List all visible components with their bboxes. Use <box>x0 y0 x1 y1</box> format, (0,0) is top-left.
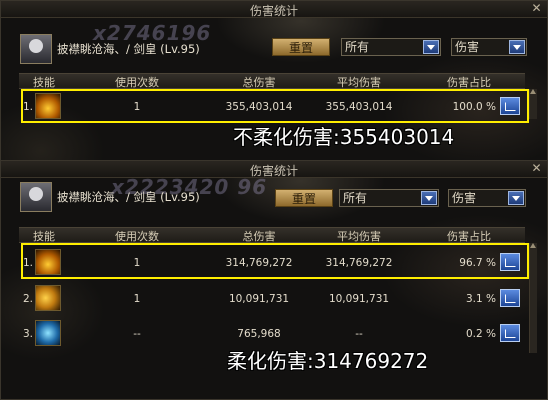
type-select-value: 伤害 <box>452 191 477 205</box>
table-header: 技能 使用次数 总伤害 平均伤害 伤害占比 <box>19 73 525 89</box>
overlay-caption: 柔化伤害:314769272 <box>227 349 429 373</box>
type-select-value: 伤害 <box>455 40 480 54</box>
row-index: 2. <box>23 293 34 305</box>
chevron-down-icon[interactable] <box>423 40 439 54</box>
scope-select[interactable]: 所有 <box>341 38 441 56</box>
row-uses: -- <box>133 328 141 340</box>
close-icon[interactable]: ✕ <box>530 2 543 15</box>
window-title: 伤害统计 <box>249 164 298 178</box>
scrollbar[interactable] <box>529 89 537 119</box>
title-bar: 伤害统计 ✕ <box>1 161 547 178</box>
col-ratio: 伤害占比 <box>447 230 491 243</box>
col-uses: 使用次数 <box>115 76 159 89</box>
character-name: 披襟眺沧海、/ 剑皇 (Lv.95) <box>57 190 200 204</box>
row-total: 10,091,731 <box>228 293 290 305</box>
col-average: 平均伤害 <box>337 230 381 243</box>
title-bar: 伤害统计 ✕ <box>1 1 547 18</box>
highlight-box <box>21 243 529 279</box>
col-uses: 使用次数 <box>115 230 159 243</box>
scrollbar[interactable] <box>529 243 537 353</box>
row-ratio: 3.1 % <box>465 293 496 305</box>
close-icon[interactable]: ✕ <box>530 162 543 175</box>
avatar <box>20 182 52 212</box>
table-row[interactable]: 2. 1 10,091,731 10,091,731 3.1 % <box>19 281 525 315</box>
reset-button[interactable]: 重置 <box>275 189 333 207</box>
type-select[interactable]: 伤害 <box>448 189 526 207</box>
col-skill: 技能 <box>33 76 55 89</box>
character-name: 披襟眺沧海、/ 剑皇 (Lv.95) <box>57 42 200 56</box>
row-index: 3. <box>23 328 34 340</box>
share-icon[interactable] <box>500 289 520 307</box>
blue-blade-skill-icon <box>35 320 61 346</box>
reset-button[interactable]: 重置 <box>272 38 330 56</box>
row-uses: 1 <box>133 293 141 305</box>
type-select[interactable]: 伤害 <box>451 38 527 56</box>
avatar <box>20 34 52 64</box>
window-title: 伤害统计 <box>249 4 298 18</box>
damage-stats-panel-unsoftened: 伤害统计 ✕ x2746196 披襟眺沧海、/ 剑皇 (Lv.95) 重置 所有… <box>0 0 548 162</box>
scope-select-value: 所有 <box>343 191 368 205</box>
row-average: 10,091,731 <box>328 293 390 305</box>
row-average: -- <box>355 328 363 340</box>
col-total: 总伤害 <box>242 76 276 89</box>
chevron-down-icon[interactable] <box>508 191 524 205</box>
col-ratio: 伤害占比 <box>447 76 491 89</box>
col-skill: 技能 <box>33 230 55 243</box>
col-average: 平均伤害 <box>337 76 381 89</box>
row-ratio: 0.2 % <box>465 328 496 340</box>
overlay-caption: 不柔化伤害:355403014 <box>233 125 455 149</box>
table-header: 技能 使用次数 总伤害 平均伤害 伤害占比 <box>19 227 525 243</box>
row-total: 765,968 <box>237 328 281 340</box>
share-icon[interactable] <box>500 324 520 342</box>
chevron-down-icon[interactable] <box>421 191 437 205</box>
chevron-down-icon[interactable] <box>509 40 525 54</box>
golden-slash-skill-icon <box>35 285 61 311</box>
damage-stats-panel-softened: 伤害统计 ✕ x2223420 96 披襟眺沧海、/ 剑皇 (Lv.95) 重置… <box>0 160 548 400</box>
col-total: 总伤害 <box>242 230 276 243</box>
highlight-box <box>21 89 529 123</box>
scope-select[interactable]: 所有 <box>339 189 439 207</box>
scope-select-value: 所有 <box>345 40 370 54</box>
